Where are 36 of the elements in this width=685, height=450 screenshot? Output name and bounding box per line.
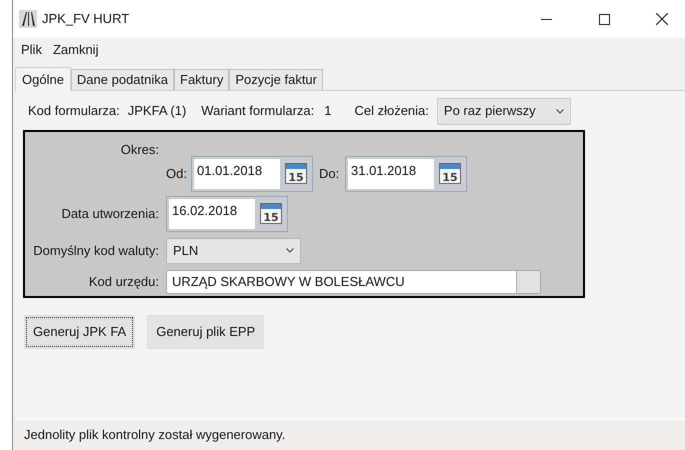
calendar-icon[interactable]: 15 <box>285 163 307 184</box>
calendar-icon[interactable]: 15 <box>260 203 282 224</box>
tab[interactable]: Pozycje faktur <box>229 69 323 90</box>
tab[interactable]: Ogólne <box>15 67 71 91</box>
close-icon[interactable] <box>656 13 668 25</box>
menu-item[interactable]: Zamknij <box>48 39 104 61</box>
status-message: Jednolity plik kontrolny został wygenerowany. <box>24 426 286 444</box>
window-title: JPK_FV HURT <box>42 10 130 28</box>
tab[interactable]: Dane podatnika <box>70 69 174 90</box>
creation-date-label: Data utworzenia: <box>60 204 159 223</box>
chevron-down-icon <box>556 108 564 114</box>
generate-button[interactable]: Generuj JPK FA <box>24 315 136 349</box>
tab[interactable]: Faktury <box>174 69 230 90</box>
generate-button[interactable]: Generuj plik EPP <box>147 315 264 349</box>
purpose-dropdown[interactable]: Po raz pierwszy <box>436 98 571 124</box>
purpose-label: Cel złożenia: <box>354 102 429 120</box>
form-code-label: Kod formularza: <box>28 102 120 120</box>
variant-label: Wariant formularza: <box>201 102 314 120</box>
tax-office-field[interactable]: URZĄD SKARBOWY W BOLESŁAWCU <box>166 270 541 294</box>
date-field[interactable]: 16.02.2018 15 <box>166 196 288 232</box>
period-label: Okres: <box>120 141 159 159</box>
minimize-icon[interactable] <box>540 18 552 20</box>
form-code-value: JPKFA (1) <box>128 102 186 120</box>
variant-value: 1 <box>324 102 332 120</box>
tax-office-label: Kod urzędu: <box>88 272 159 291</box>
date-field[interactable]: 01.01.2018 15 <box>191 156 313 192</box>
currency-dropdown[interactable]: PLN <box>166 238 301 264</box>
menu-item[interactable]: Plik <box>16 39 47 61</box>
maximize-icon[interactable] <box>598 14 610 24</box>
to-label: Do: <box>319 164 340 183</box>
chevron-down-icon <box>286 248 294 253</box>
currency-label: Domyślny kod waluty: <box>32 242 159 260</box>
calendar-icon[interactable]: 15 <box>439 163 461 184</box>
from-label: Od: <box>166 164 188 183</box>
app-logo-icon <box>19 10 37 28</box>
date-field[interactable]: 31.01.2018 15 <box>345 156 467 192</box>
